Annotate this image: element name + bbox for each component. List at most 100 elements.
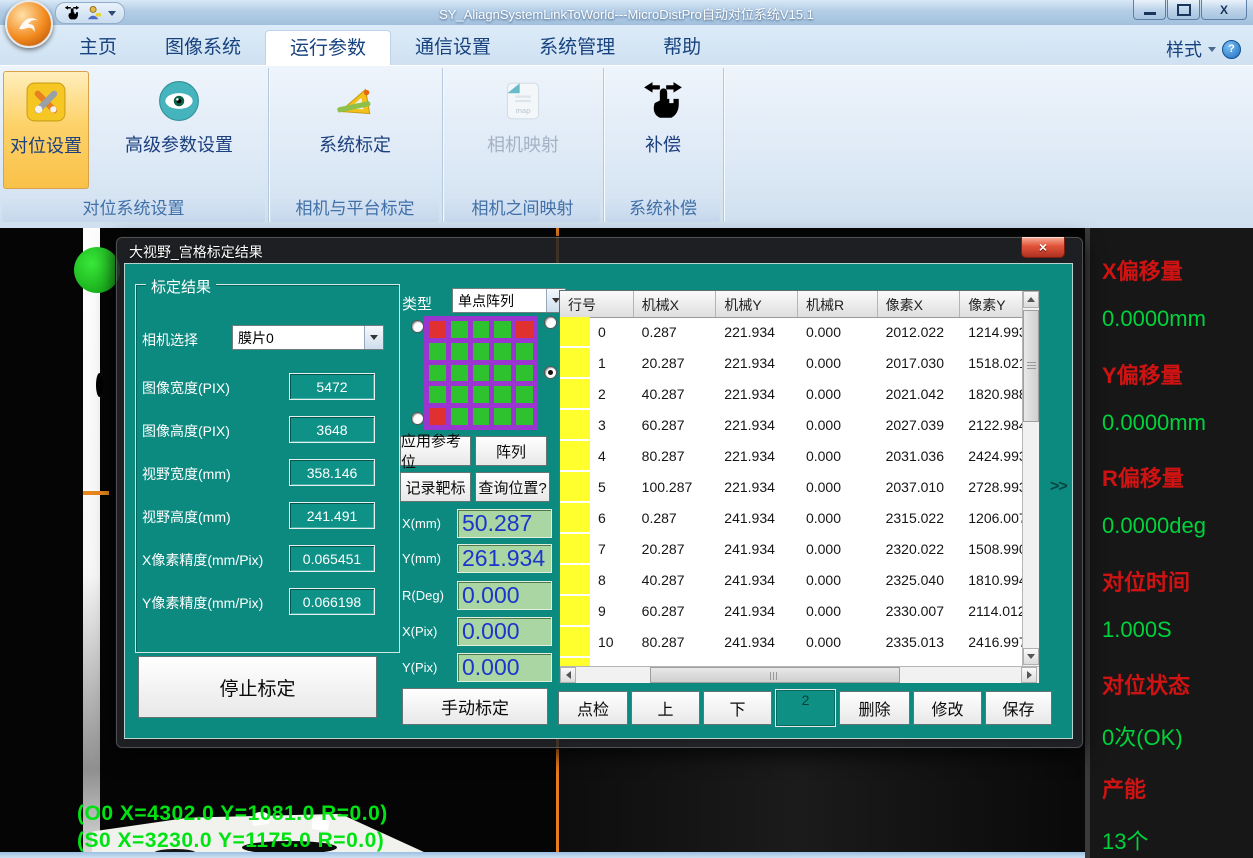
grid-corner-radio-tr[interactable] <box>544 316 557 329</box>
compensation-button[interactable]: 补偿 <box>613 71 713 189</box>
scroll-up-button[interactable] <box>1023 291 1039 308</box>
table-row[interactable]: 960.287241.9340.0002330.0072114.012 <box>560 596 1022 627</box>
field-value: 241.491 <box>289 502 375 529</box>
up-button[interactable]: 上 <box>631 691 700 725</box>
table-cell <box>560 658 634 666</box>
tab-comm-settings[interactable]: 通信设置 <box>391 30 515 65</box>
tab-run-params[interactable]: 运行参数 <box>265 30 391 65</box>
grid-cell <box>494 321 511 338</box>
close-button[interactable]: X <box>1201 0 1247 20</box>
chevron-down-icon <box>370 335 378 340</box>
table-cell: 0.000 <box>798 627 878 658</box>
tab-help[interactable]: 帮助 <box>639 30 725 65</box>
qat-dropdown-icon[interactable] <box>108 11 116 16</box>
table-row[interactable]: 720.287241.9340.0002320.0221508.990 <box>560 534 1022 565</box>
table-row[interactable]: 240.287221.9340.0002021.0421820.988 <box>560 379 1022 410</box>
alignment-settings-button[interactable]: 对位设置 <box>3 71 89 189</box>
field-label: 视野宽度(mm) <box>142 464 231 484</box>
user-icon[interactable] <box>86 5 102 21</box>
coord-y-mm[interactable]: 261.934 <box>457 544 552 573</box>
style-menu[interactable]: 样式 <box>1166 36 1202 62</box>
grid-cell <box>451 321 468 338</box>
table-cell: 8 <box>560 565 634 596</box>
table-row[interactable]: 120.287221.9340.0002017.0301518.021 <box>560 348 1022 379</box>
minimize-button[interactable] <box>1133 0 1166 20</box>
dialog-close-button[interactable]: × <box>1021 237 1065 258</box>
touch-hand-icon[interactable] <box>64 5 80 21</box>
table-row[interactable]: 00.287221.9340.0002012.0221214.993 <box>560 317 1022 348</box>
type-combo[interactable]: 单点阵列 <box>452 288 566 313</box>
modify-button[interactable]: 修改 <box>913 691 982 725</box>
table-cell: 5 <box>560 472 634 503</box>
save-button[interactable]: 保存 <box>985 691 1052 725</box>
horizontal-scrollbar[interactable] <box>560 666 1039 683</box>
query-position-button[interactable]: 查询位置? <box>475 472 550 502</box>
style-dropdown-icon[interactable] <box>1208 47 1216 52</box>
col-header-mech-x[interactable]: 机械X <box>634 291 717 317</box>
row-marker <box>560 658 590 666</box>
table-cell: 60.287 <box>634 410 717 441</box>
field-label: Y像素精度(mm/Pix) <box>142 593 263 613</box>
tab-system-admin[interactable]: 系统管理 <box>515 30 639 65</box>
col-header-pix-x[interactable]: 像素X <box>878 291 961 317</box>
camera-select-combo[interactable]: 膜片0 <box>232 325 384 350</box>
table-cell: 7 <box>560 534 634 565</box>
coord-r-deg[interactable]: 0.000 <box>457 581 552 610</box>
horizontal-scroll-thumb[interactable] <box>650 667 900 683</box>
col-header-pix-y[interactable]: 像素Y <box>960 291 1022 317</box>
scroll-right-button[interactable] <box>1021 667 1037 683</box>
delete-button[interactable]: 删除 <box>839 691 910 725</box>
coord-label: Y(Pix) <box>402 660 437 675</box>
grid-radio-middle-right[interactable] <box>544 366 557 379</box>
manual-calibration-button[interactable]: 手动标定 <box>402 688 548 725</box>
col-header-mech-r[interactable]: 机械R <box>798 291 878 317</box>
table-expander[interactable]: >> <box>1050 478 1067 496</box>
row-counter-field[interactable]: 2 <box>775 689 836 727</box>
combo-dropdown-button[interactable] <box>364 326 383 349</box>
app-orb-button[interactable] <box>5 0 53 48</box>
help-icon[interactable]: ? <box>1222 40 1241 59</box>
scroll-left-button[interactable] <box>560 667 576 683</box>
tab-home[interactable]: 主页 <box>55 30 141 65</box>
vertical-scrollbar[interactable] <box>1022 291 1039 666</box>
restore-button[interactable] <box>1167 0 1200 20</box>
grid-corner-radio-bl[interactable] <box>411 412 424 425</box>
spot-check-button[interactable]: 点检 <box>558 691 628 725</box>
row-marker <box>560 348 590 379</box>
table-row[interactable]: 60.287241.9340.0002315.0221206.007 <box>560 503 1022 534</box>
table-row[interactable]: 1080.287241.9340.0002335.0132416.997 <box>560 627 1022 658</box>
title-bar: SY_AliagnSystemLinkToWorld---MicroDistPr… <box>0 0 1253 26</box>
table-row[interactable]: 840.287241.9340.0002325.0401810.994 <box>560 565 1022 596</box>
table-row[interactable]: 480.287221.9340.0002031.0362424.993 <box>560 441 1022 472</box>
grid-corner-radio-tl[interactable] <box>411 320 424 333</box>
coord-y-pix[interactable]: 0.000 <box>457 653 552 682</box>
camera-mapping-button[interactable]: map 相机映射 <box>453 71 593 189</box>
col-header-mech-y[interactable]: 机械Y <box>716 291 798 317</box>
table-cell: 0.000 <box>798 410 878 441</box>
grid-cell <box>516 343 533 360</box>
ribbon-group-system-compensation: 补偿 系统补偿 <box>604 68 724 222</box>
table-cell: 0.000 <box>798 317 878 348</box>
coord-x-mm[interactable]: 50.287 <box>457 509 552 538</box>
table-row[interactable]: 360.287221.9340.0002027.0392122.984 <box>560 410 1022 441</box>
table-row[interactable]: 5100.287221.9340.0002037.0102728.993 <box>560 472 1022 503</box>
dialog-title: 大视野_宫格标定结果 <box>129 242 263 262</box>
down-button[interactable]: 下 <box>703 691 772 725</box>
table-cell: 241.934 <box>716 534 798 565</box>
tab-image-system[interactable]: 图像系统 <box>141 30 265 65</box>
system-calibration-button[interactable]: 系统标定 <box>285 71 425 189</box>
thumb-grip <box>770 672 779 680</box>
array-button[interactable]: 阵列 <box>475 436 547 466</box>
record-target-button[interactable]: 记录靶标 <box>400 472 471 502</box>
row-marker <box>560 596 590 627</box>
advanced-params-button[interactable]: 高级参数设置 <box>93 71 265 189</box>
apply-reference-button[interactable]: 应用参考位 <box>400 436 471 466</box>
coord-x-pix[interactable]: 0.000 <box>457 617 552 646</box>
table-cell: 2325.040 <box>878 565 961 596</box>
vertical-scroll-thumb[interactable] <box>1023 310 1039 422</box>
row-marker <box>560 503 590 534</box>
stop-calibration-button[interactable]: 停止标定 <box>138 656 377 718</box>
col-header-row[interactable]: 行号 <box>560 291 634 317</box>
table-row-partial[interactable] <box>560 658 1022 666</box>
scroll-down-button[interactable] <box>1023 648 1039 665</box>
